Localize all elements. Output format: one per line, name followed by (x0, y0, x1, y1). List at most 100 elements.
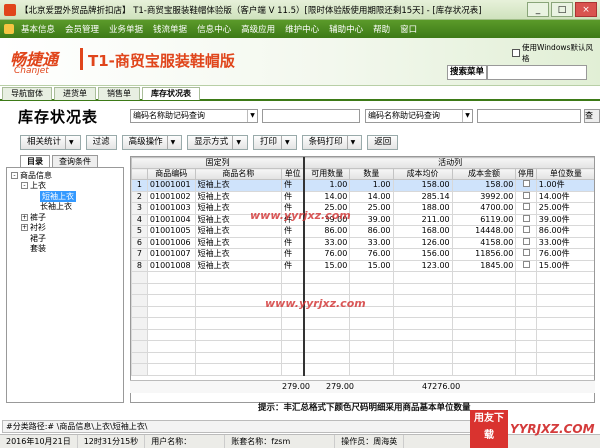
back-button[interactable]: 返回 (367, 135, 399, 150)
checkbox-icon[interactable] (522, 214, 530, 222)
chevron-down-icon[interactable]: ▼ (232, 136, 241, 149)
column-header[interactable]: 商品编码 (146, 168, 196, 180)
tree-node[interactable]: - 上衣 (11, 181, 119, 192)
collapse-icon[interactable]: - (11, 171, 18, 179)
empty-cell (194, 282, 283, 295)
search-menu-input[interactable] (487, 65, 587, 80)
table-cell: 86.00 (349, 225, 394, 238)
checkbox-icon[interactable] (522, 180, 530, 188)
menu-advanced[interactable]: 高级应用 (236, 23, 280, 35)
table-row[interactable]: 5 01001005 短袖上衣件 86.00 86.00 168.00 14448.00 86… (131, 225, 594, 238)
filter-button[interactable]: 过滤 (85, 135, 117, 150)
close-button[interactable]: × (575, 2, 597, 17)
column-header[interactable]: 数量 (349, 168, 394, 180)
tree-node[interactable]: 长袖上衣 (11, 202, 119, 213)
tree-node[interactable]: - 商品信息 (11, 170, 119, 181)
menu-assist[interactable]: 辅助中心 (324, 23, 368, 35)
empty-cell (146, 271, 196, 284)
table-row[interactable]: 2 01001002 短袖上衣件 14.00 14.00 285.14 3992.00 14.… (131, 190, 594, 203)
table-cell: 6 (131, 236, 148, 249)
empty-cell (451, 351, 517, 364)
query-select-1[interactable]: 编码名称助记码查询 ▼ (130, 109, 258, 123)
tab-query-conditions[interactable]: 查询条件 (52, 155, 98, 167)
menu-info-center[interactable]: 信息中心 (192, 23, 236, 35)
column-header[interactable]: 商品名称 (194, 168, 283, 180)
column-header-row: 商品编码 商品名称 单位 可用数量 数量 成本均价 成本金额 停用 单位数量 (131, 168, 594, 180)
tree-node-label: 衬衫 (30, 223, 46, 233)
column-header[interactable] (131, 168, 148, 180)
print-button[interactable]: 打印 ▼ (252, 135, 297, 150)
checkbox-icon[interactable] (522, 191, 530, 199)
menu-help[interactable]: 帮助 (368, 23, 395, 35)
tree-node[interactable]: 短袖上衣 (11, 190, 119, 202)
column-header[interactable]: 单位 (281, 168, 305, 180)
column-header[interactable]: 单位数量 (535, 168, 594, 180)
query-select-2[interactable]: 编码名称助记码查询 ▼ (365, 109, 473, 123)
status-date: 2016年10月21日 (0, 435, 78, 448)
menu-cash-docs[interactable]: 钱流单据 (148, 23, 192, 35)
tree-node[interactable]: 套装 (11, 244, 119, 255)
tab-purchase[interactable]: 进货单 (54, 87, 96, 100)
advanced-ops-button[interactable]: 高级操作 ▼ (121, 135, 183, 150)
menu-member[interactable]: 会员管理 (60, 23, 104, 35)
chevron-down-icon: ▼ (462, 110, 472, 122)
minimize-button[interactable]: _ (527, 2, 549, 17)
empty-cell (131, 317, 148, 330)
tab-catalog[interactable]: 目录 (20, 155, 50, 167)
tab-inventory-status[interactable]: 库存状况表 (142, 87, 200, 100)
checkbox-icon[interactable] (522, 260, 530, 268)
menu-maintenance[interactable]: 维护中心 (280, 23, 324, 35)
checkbox-icon[interactable] (522, 249, 530, 257)
column-header[interactable]: 成本金额 (451, 168, 517, 180)
barcode-print-button[interactable]: 条码打印 ▼ (301, 135, 363, 150)
tree-node[interactable]: + 裤子 (11, 212, 119, 223)
display-mode-button[interactable]: 显示方式 ▼ (187, 135, 248, 150)
query-input-2[interactable] (477, 109, 581, 123)
table-cell: 01001005 (146, 225, 196, 238)
tab-navigation[interactable]: 导航窗体 (2, 87, 52, 100)
expand-icon[interactable]: + (21, 224, 28, 232)
menu-business-docs[interactable]: 业务单据 (104, 23, 148, 35)
chevron-down-icon[interactable]: ▼ (65, 136, 74, 149)
table-cell: 158.00 (392, 179, 453, 192)
empty-cell (515, 363, 537, 376)
maximize-button[interactable]: □ (551, 2, 573, 17)
chevron-down-icon[interactable]: ▼ (280, 136, 290, 149)
disabled-checkbox-cell (515, 190, 537, 203)
expand-icon[interactable]: + (21, 213, 28, 221)
tree-node[interactable]: + 衬衫 (11, 223, 119, 234)
column-header[interactable]: 停用 (515, 168, 537, 180)
related-stats-button[interactable]: 相关统计 ▼ (20, 135, 81, 150)
related-stats-label: 相关统计 (27, 137, 62, 147)
table-row[interactable]: 4 01001004 短袖上衣件 39.00 39.00 211.00 6119.00 39.… (131, 213, 594, 226)
table-cell: 188.00 (392, 202, 453, 215)
table-row[interactable]: 7 01001007 短袖上衣件 76.00 76.00 156.00 11856.00 76… (131, 248, 594, 261)
table-row[interactable]: 6 01001006 短袖上衣件 33.00 33.00 126.00 4158.00 33.… (131, 236, 594, 249)
disabled-checkbox-cell (515, 225, 537, 238)
table-row[interactable]: 8 01001008 短袖上衣件 15.00 15.00 123.00 1845.00 15.… (131, 259, 594, 272)
column-header[interactable]: 成本均价 (392, 168, 453, 180)
column-header[interactable]: 可用数量 (303, 168, 351, 180)
table-cell: 1 (131, 179, 148, 192)
chevron-down-icon[interactable]: ▼ (166, 136, 175, 149)
checkbox-icon[interactable] (522, 237, 530, 245)
status-user: 用户名称： (145, 435, 226, 448)
checkbox-icon[interactable] (522, 203, 530, 211)
table-row[interactable]: 1 01001001 短袖上衣件 1.00 1.00 158.00 158.00 1.00件 (131, 179, 594, 192)
tree-node[interactable]: 裙子 (11, 233, 119, 244)
empty-cell (349, 351, 394, 364)
checkbox-icon[interactable] (522, 226, 530, 234)
windows-style-checkbox[interactable]: 使用Windows默认风格 (512, 42, 600, 64)
chevron-down-icon[interactable]: ▼ (346, 136, 355, 149)
watermark-text-2: www.yyrjxz.com (265, 297, 366, 310)
tab-sales[interactable]: 销售单 (98, 87, 140, 100)
menu-basic-info[interactable]: 基本信息 (16, 23, 60, 35)
watermark-text: www.yyrjxz.com (250, 209, 351, 222)
collapse-icon[interactable]: - (21, 182, 28, 190)
menu-window[interactable]: 窗口 (395, 23, 422, 35)
empty-cell (515, 328, 537, 341)
table-row[interactable]: 3 01001003 短袖上衣件 25.00 25.00 188.00 4700.00 25.… (131, 202, 594, 215)
checkbox-icon[interactable] (512, 49, 520, 57)
query-input-1[interactable] (262, 109, 360, 123)
query-button[interactable]: 查 (584, 109, 600, 123)
